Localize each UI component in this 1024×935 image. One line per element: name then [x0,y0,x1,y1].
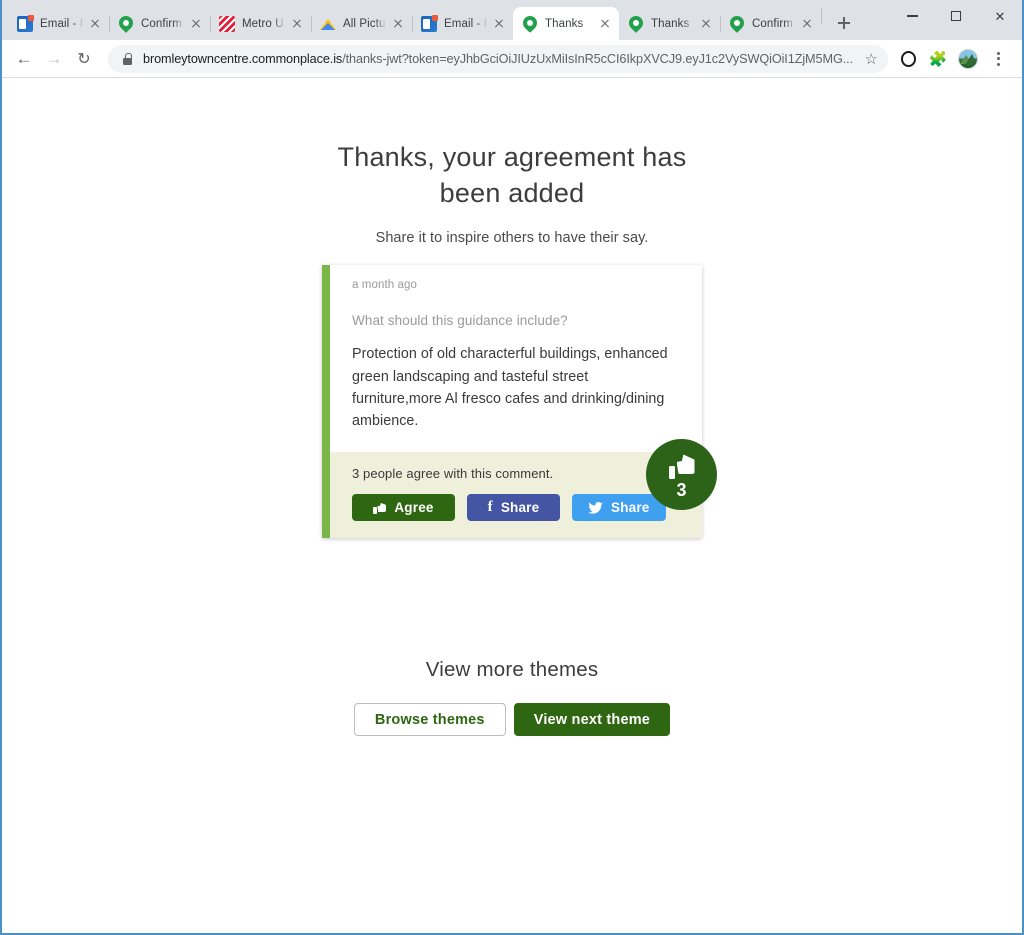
commonplace-pin-icon [628,16,644,32]
comment-question: What should this guidance include? [352,313,568,329]
browser-tab-7[interactable]: Thanks [619,7,720,40]
agree-count-text: 3 people agree with this comment. [352,466,554,482]
facebook-share-label: Share [500,500,540,516]
agree-button[interactable]: Agree [352,494,455,522]
browser-tab-5[interactable]: Email - I [412,7,513,40]
browser-window: Email - I Confirm Metro U All Pictu Emai… [0,0,1024,935]
close-icon[interactable] [188,16,204,32]
url-path: /thanks-jwt?token=eyJhbGciOiJIUzUxMiIsIn… [342,51,853,66]
close-icon[interactable]: ✕ [978,0,1022,32]
close-icon[interactable] [289,16,305,32]
google-drive-icon [320,16,336,32]
lock-icon [121,52,133,65]
close-icon[interactable] [799,16,815,32]
minimize-icon[interactable] [890,0,934,32]
commonplace-pin-icon [729,16,745,32]
outlook-icon [17,14,34,32]
comment-card-footer: 3 people agree with this comment. Agree … [330,439,717,539]
tab-strip: Email - I Confirm Metro U All Pictu Emai… [2,0,1022,40]
twitter-share-button[interactable]: Share [572,494,666,522]
browser-tab-2[interactable]: Confirm [109,7,210,40]
browse-themes-button[interactable]: Browse themes [353,703,506,737]
facebook-share-button[interactable]: f Share [467,494,560,522]
maximize-icon[interactable] [934,0,978,32]
tab-title: All Pictu [343,17,386,30]
view-more-themes-title: View more themes [425,658,599,682]
tab-title: Thanks [651,17,690,30]
theme-navigation-buttons: Browse themes View next theme [2,703,1022,737]
profile-avatar-icon[interactable] [954,45,982,73]
browser-tab-3[interactable]: Metro U [210,7,311,40]
close-icon[interactable] [698,16,714,32]
address-bar[interactable]: bromleytowncentre.commonplace.is/thanks-… [108,44,888,73]
url-text: bromleytowncentre.commonplace.is/thanks-… [143,52,859,66]
page-content: Thanks, your agreement has been added Sh… [2,78,1022,737]
tab-title: Confirm [752,17,793,30]
metro-icon [219,15,235,32]
outlook-icon [421,14,438,32]
tab-title: Metro U [242,17,284,30]
opera-icon[interactable] [894,45,922,73]
comment-card: a month ago What should this guidance in… [322,265,717,539]
close-icon[interactable] [390,16,406,32]
thumbs-up-icon [668,454,695,480]
browser-tab-6-active[interactable]: Thanks [513,7,619,40]
three-dot-menu-icon[interactable] [984,45,1012,73]
browser-tab-1[interactable]: Email - I [8,7,109,40]
window-controls: ✕ [890,0,1022,32]
comment-body: Protection of old characterful buildings… [352,346,668,430]
comment-action-buttons: Agree f Share Share [352,494,680,522]
twitter-share-label: Share [611,500,650,516]
agreement-badge: 3 [646,439,717,511]
facebook-icon: f [487,499,493,516]
new-tab-button[interactable] [830,9,858,37]
close-icon[interactable] [597,16,613,32]
browser-tab-8[interactable]: Confirm [720,7,821,40]
page-viewport: Thanks, your agreement has been added Sh… [2,78,1022,933]
page-title: Thanks, your agreement has been added [337,142,687,208]
page-subtitle: Share it to inspire others to have their… [375,230,649,247]
browser-toolbar: ← → ↻ bromleytowncentre.commonplace.is/t… [2,40,1022,78]
tab-separator [821,8,822,24]
toolbar-right-icons: 🧩 [894,45,1014,73]
browser-tab-4[interactable]: All Pictu [311,7,412,40]
url-host: bromleytowncentre.commonplace.is [143,51,343,66]
comment-card-body: a month ago What should this guidance in… [330,265,702,452]
star-icon[interactable]: ☆ [865,50,878,68]
tab-title: Confirm [141,17,182,30]
tab-title: Email - I [40,17,84,30]
commonplace-pin-icon [522,16,538,32]
tab-title: Thanks [545,17,584,30]
back-arrow-icon[interactable]: ← [10,45,38,73]
agree-button-label: Agree [394,500,434,516]
forward-arrow-icon[interactable]: → [40,45,68,73]
twitter-icon [588,501,603,514]
badge-count: 3 [676,480,687,501]
tab-title: Email - I [444,17,488,30]
comment-timestamp: a month ago [352,279,418,292]
view-next-theme-button[interactable]: View next theme [513,703,671,737]
puzzle-piece-icon[interactable]: 🧩 [924,45,952,73]
commonplace-pin-icon [118,16,134,32]
thumbs-up-icon [373,501,386,514]
close-icon[interactable] [87,16,103,32]
close-icon[interactable] [491,16,507,32]
reload-icon[interactable]: ↻ [70,45,98,73]
